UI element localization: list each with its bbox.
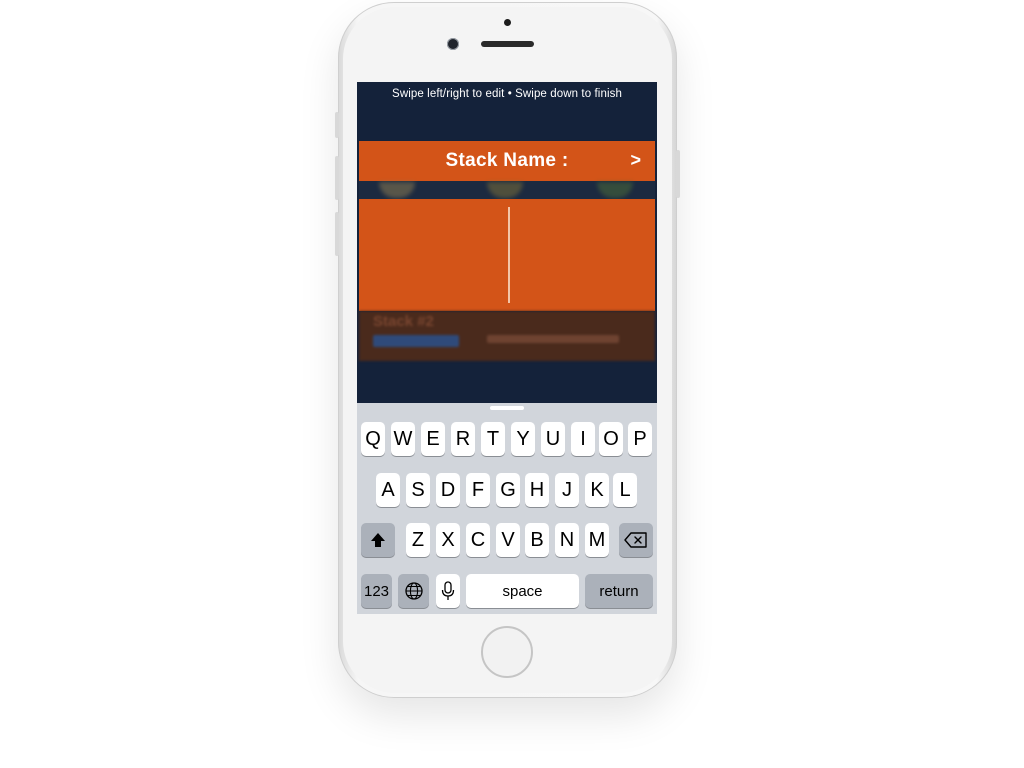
space-key[interactable]: space (466, 574, 579, 608)
blurred-stack-row: Stack #2 (359, 311, 655, 361)
key-o[interactable]: O (599, 422, 623, 456)
key-d[interactable]: D (436, 473, 460, 507)
gesture-hint: Swipe left/right to edit • Swipe down to… (392, 88, 622, 100)
globe-icon (404, 582, 423, 600)
return-key[interactable]: return (585, 574, 653, 608)
power-button (676, 150, 680, 198)
blurred-meta (487, 335, 619, 343)
key-c[interactable]: C (466, 523, 490, 557)
blurred-stack-name: Stack #2 (373, 313, 434, 330)
key-z[interactable]: Z (406, 523, 430, 557)
key-s[interactable]: S (406, 473, 430, 507)
stack-name-input[interactable] (359, 199, 655, 311)
keyboard-grabber[interactable] (490, 406, 524, 410)
key-y[interactable]: Y (511, 422, 535, 456)
key-n[interactable]: N (555, 523, 579, 557)
front-camera (447, 38, 459, 50)
keyboard: Q W E R T Y U I O P A S D F G H J K L Z … (357, 403, 657, 614)
microphone-icon (441, 581, 455, 600)
app-screen: Swipe left/right to edit • Swipe down to… (357, 82, 657, 614)
key-w[interactable]: W (391, 422, 415, 456)
key-x[interactable]: X (436, 523, 460, 557)
earpiece-speaker (481, 41, 534, 47)
key-f[interactable]: F (466, 473, 490, 507)
shift-icon (371, 533, 385, 547)
key-b[interactable]: B (525, 523, 549, 557)
key-g[interactable]: G (496, 473, 520, 507)
key-r[interactable]: R (451, 422, 475, 456)
key-i[interactable]: I (571, 422, 595, 456)
mute-switch (335, 112, 339, 138)
key-q[interactable]: Q (361, 422, 385, 456)
numbers-key[interactable]: 123 (361, 574, 392, 608)
key-m[interactable]: M (585, 523, 609, 557)
key-e[interactable]: E (421, 422, 445, 456)
volume-up-button (335, 156, 339, 200)
key-j[interactable]: J (555, 473, 579, 507)
key-k[interactable]: K (585, 473, 609, 507)
backspace-key[interactable] (619, 523, 653, 557)
key-u[interactable]: U (541, 422, 565, 456)
stack-name-header[interactable]: Stack Name : > (359, 141, 655, 181)
blurred-tag (373, 335, 459, 347)
globe-key[interactable] (398, 574, 429, 608)
key-v[interactable]: V (496, 523, 520, 557)
home-button[interactable] (481, 626, 533, 678)
volume-down-button (335, 212, 339, 256)
key-p[interactable]: P (628, 422, 652, 456)
key-h[interactable]: H (525, 473, 549, 507)
backspace-icon (624, 532, 647, 548)
shift-key[interactable] (361, 523, 395, 557)
chevron-right-icon[interactable]: > (630, 150, 641, 171)
proximity-sensor (504, 19, 511, 26)
text-cursor (508, 207, 510, 303)
stack-name-label: Stack Name : (445, 150, 569, 171)
key-l[interactable]: L (613, 473, 637, 507)
dictation-key[interactable] (436, 574, 460, 608)
key-t[interactable]: T (481, 422, 505, 456)
key-a[interactable]: A (376, 473, 400, 507)
